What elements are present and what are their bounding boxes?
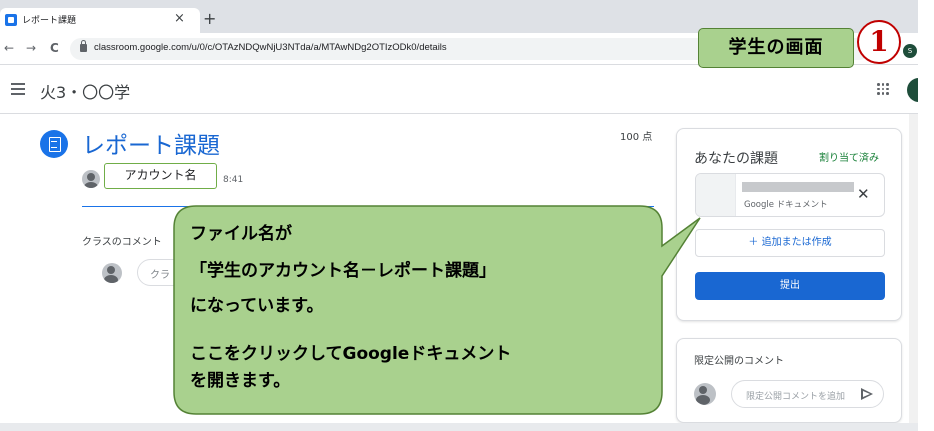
callout-line: を開きます。	[190, 371, 291, 391]
callout-line: 「学生のアカウント名－レポート課題」	[190, 261, 496, 281]
callout-line: ここをクリックしてGoogleドキュメント	[190, 344, 512, 364]
speech-callout	[173, 205, 701, 415]
callout-line: ファイル名が	[190, 224, 292, 244]
callout-line: になっています。	[190, 296, 324, 316]
